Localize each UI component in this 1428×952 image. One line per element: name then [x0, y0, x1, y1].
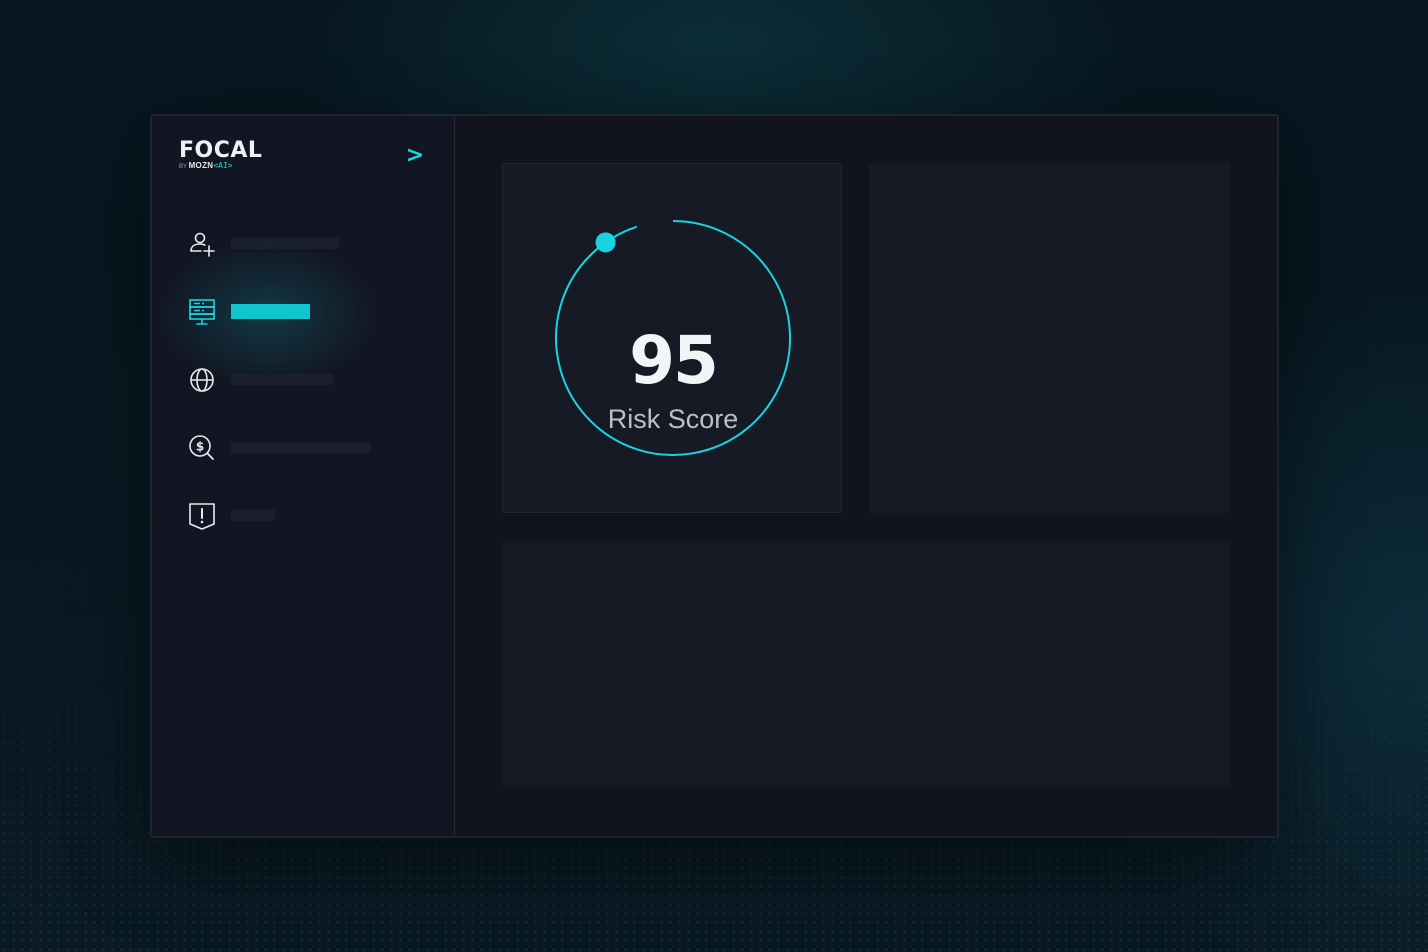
details-panel — [869, 163, 1230, 513]
sidebar-item-add-user[interactable] — [188, 226, 418, 260]
risk-score-card: 95 Risk Score — [502, 163, 842, 513]
sidebar-item-label-placeholder — [231, 510, 275, 521]
sidebar-item-label-placeholder — [231, 442, 371, 453]
sidebar-item-alerts[interactable] — [188, 498, 418, 532]
sidebar-item-label-placeholder — [231, 238, 339, 249]
money-search-icon: $ — [189, 435, 214, 460]
logo: FOCAL BY MOZN<AI> — [179, 138, 262, 171]
sidebar: FOCAL BY MOZN<AI> > $ — [148, 116, 455, 836]
risk-score-label: Risk Score — [607, 404, 739, 434]
logo-by: BY — [179, 164, 187, 170]
logo-brand: MOZN — [188, 161, 214, 170]
svg-text:$: $ — [196, 440, 204, 454]
activity-panel — [502, 541, 1230, 787]
main-content: 95 Risk Score — [455, 116, 1275, 836]
sidebar-item-label-active — [231, 304, 310, 319]
app-window: FOCAL BY MOZN<AI> > $ 95 Risk Score — [148, 114, 1279, 838]
sidebar-item-transactions[interactable]: $ — [188, 430, 418, 464]
server-monitor-icon — [189, 299, 215, 325]
sidebar-item-label-placeholder — [231, 374, 333, 385]
risk-score-value: 95 — [629, 322, 719, 399]
risk-score-indicator — [595, 232, 616, 253]
logo-ai: <AI> — [213, 161, 233, 170]
globe-icon — [190, 368, 214, 392]
sidebar-item-globe[interactable] — [188, 362, 418, 396]
chevron-right-icon: > — [405, 143, 425, 168]
alert-shield-icon — [189, 503, 215, 530]
user-add-icon — [190, 232, 215, 257]
expand-sidebar-button[interactable]: > — [404, 143, 426, 168]
sidebar-item-server[interactable] — [148, 234, 418, 394]
